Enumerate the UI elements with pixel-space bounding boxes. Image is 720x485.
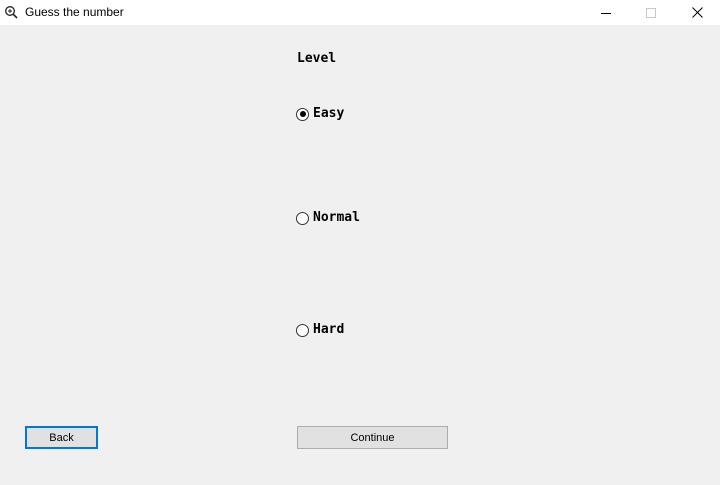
radio-hard-label[interactable]: Hard: [313, 323, 344, 337]
maximize-icon: [646, 7, 656, 18]
radio-easy-label[interactable]: Easy: [313, 107, 344, 121]
radio-normal-circle[interactable]: [296, 211, 309, 225]
minimize-button[interactable]: [583, 0, 629, 25]
radio-easy[interactable]: Easy: [296, 106, 344, 122]
close-icon: [691, 7, 703, 18]
maximize-button[interactable]: [628, 0, 674, 25]
window-client-area: [0, 25, 720, 485]
title-bar[interactable]: Guess the number: [0, 0, 720, 25]
minimize-icon: [601, 12, 611, 14]
close-button[interactable]: [674, 0, 720, 25]
continue-button[interactable]: Continue: [297, 426, 448, 449]
window-title: Guess the number: [25, 5, 124, 19]
back-button[interactable]: Back: [25, 426, 98, 449]
radio-hard-circle[interactable]: [296, 323, 309, 337]
radio-normal-label[interactable]: Normal: [313, 211, 360, 225]
radio-normal[interactable]: Normal: [296, 210, 360, 226]
magnifier-icon: [5, 6, 18, 19]
level-heading: Level: [297, 51, 337, 66]
radio-easy-circle[interactable]: [296, 107, 309, 121]
radio-hard[interactable]: Hard: [296, 322, 344, 338]
